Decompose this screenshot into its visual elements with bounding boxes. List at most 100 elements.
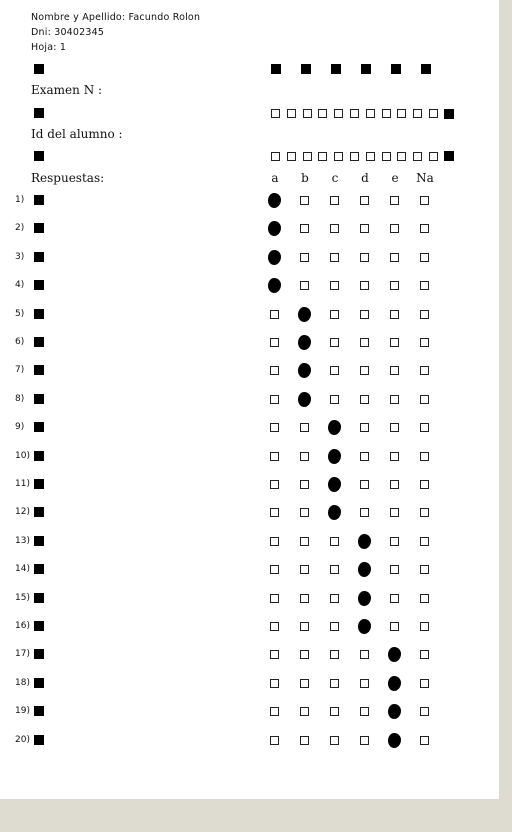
answer-box-b[interactable] (300, 423, 309, 432)
answer-box-b[interactable] (300, 565, 309, 574)
answer-box-e[interactable] (390, 508, 399, 517)
student-id-digit-box[interactable] (397, 152, 406, 161)
answer-box-e[interactable] (390, 594, 399, 603)
answer-box-na[interactable] (420, 281, 429, 290)
student-id-digit-box[interactable] (271, 152, 280, 161)
answer-box-na[interactable] (420, 622, 429, 631)
answer-box-na[interactable] (420, 452, 429, 461)
answer-box-c[interactable] (330, 650, 339, 659)
student-id-digit-box[interactable] (366, 152, 375, 161)
answer-box-d[interactable] (360, 224, 369, 233)
answer-box-a[interactable] (270, 366, 279, 375)
answer-box-na[interactable] (420, 707, 429, 716)
answer-box-na[interactable] (420, 253, 429, 262)
answer-box-c[interactable] (330, 338, 339, 347)
answer-box-a[interactable] (270, 310, 279, 319)
answer-box-d[interactable] (360, 366, 369, 375)
answer-box-d[interactable] (360, 253, 369, 262)
answer-box-na[interactable] (420, 650, 429, 659)
answer-box-na[interactable] (420, 736, 429, 745)
answer-box-a[interactable] (270, 707, 279, 716)
answer-box-na[interactable] (420, 395, 429, 404)
answer-box-e[interactable] (390, 565, 399, 574)
answer-box-d[interactable] (360, 310, 369, 319)
answer-box-b[interactable] (300, 707, 309, 716)
answer-box-d[interactable] (360, 338, 369, 347)
student-id-digit-box[interactable] (429, 152, 438, 161)
answer-box-a[interactable] (270, 565, 279, 574)
answer-box-a[interactable] (270, 508, 279, 517)
answer-box-d[interactable] (360, 679, 369, 688)
student-id-digit-box[interactable] (334, 152, 343, 161)
answer-box-b[interactable] (300, 253, 309, 262)
exam-digit-box[interactable] (271, 109, 280, 118)
exam-digit-box[interactable] (303, 109, 312, 118)
answer-box-e[interactable] (390, 224, 399, 233)
answer-box-b[interactable] (300, 196, 309, 205)
answer-box-e[interactable] (390, 310, 399, 319)
student-id-digit-box[interactable] (303, 152, 312, 161)
answer-box-a[interactable] (270, 480, 279, 489)
answer-box-a[interactable] (270, 650, 279, 659)
answer-box-e[interactable] (390, 480, 399, 489)
answer-box-d[interactable] (360, 508, 369, 517)
answer-box-b[interactable] (300, 537, 309, 546)
student-id-digit-box[interactable] (413, 152, 422, 161)
answer-box-d[interactable] (360, 395, 369, 404)
answer-box-na[interactable] (420, 310, 429, 319)
answer-box-e[interactable] (390, 338, 399, 347)
student-id-digit-box[interactable] (350, 152, 359, 161)
student-id-digit-box[interactable] (382, 152, 391, 161)
answer-box-na[interactable] (420, 480, 429, 489)
answer-box-na[interactable] (420, 224, 429, 233)
answer-box-e[interactable] (390, 395, 399, 404)
answer-box-a[interactable] (270, 423, 279, 432)
answer-box-c[interactable] (330, 196, 339, 205)
student-id-digit-box[interactable] (318, 152, 327, 161)
answer-box-na[interactable] (420, 565, 429, 574)
answer-box-d[interactable] (360, 650, 369, 659)
answer-box-a[interactable] (270, 338, 279, 347)
answer-box-a[interactable] (270, 622, 279, 631)
answer-box-na[interactable] (420, 338, 429, 347)
answer-box-e[interactable] (390, 366, 399, 375)
exam-digit-box[interactable] (413, 109, 422, 118)
exam-digit-box[interactable] (366, 109, 375, 118)
answer-box-na[interactable] (420, 366, 429, 375)
answer-box-e[interactable] (390, 622, 399, 631)
exam-digit-box[interactable] (429, 109, 438, 118)
answer-box-na[interactable] (420, 196, 429, 205)
answer-box-b[interactable] (300, 480, 309, 489)
answer-box-c[interactable] (330, 622, 339, 631)
answer-box-e[interactable] (390, 537, 399, 546)
answer-box-e[interactable] (390, 281, 399, 290)
answer-box-a[interactable] (270, 594, 279, 603)
answer-box-c[interactable] (330, 310, 339, 319)
answer-box-c[interactable] (330, 224, 339, 233)
answer-box-b[interactable] (300, 622, 309, 631)
exam-digit-box[interactable] (397, 109, 406, 118)
answer-box-a[interactable] (270, 395, 279, 404)
answer-box-b[interactable] (300, 650, 309, 659)
answer-box-c[interactable] (330, 366, 339, 375)
answer-box-e[interactable] (390, 452, 399, 461)
answer-box-c[interactable] (330, 281, 339, 290)
answer-box-e[interactable] (390, 423, 399, 432)
exam-digit-box[interactable] (287, 109, 296, 118)
answer-box-c[interactable] (330, 537, 339, 546)
answer-box-b[interactable] (300, 679, 309, 688)
answer-box-c[interactable] (330, 565, 339, 574)
answer-box-d[interactable] (360, 196, 369, 205)
answer-box-b[interactable] (300, 508, 309, 517)
answer-box-b[interactable] (300, 224, 309, 233)
answer-box-d[interactable] (360, 452, 369, 461)
answer-box-c[interactable] (330, 736, 339, 745)
answer-box-a[interactable] (270, 736, 279, 745)
answer-box-b[interactable] (300, 281, 309, 290)
answer-box-na[interactable] (420, 537, 429, 546)
exam-digit-box[interactable] (382, 109, 391, 118)
answer-box-d[interactable] (360, 281, 369, 290)
exam-digit-box[interactable] (318, 109, 327, 118)
answer-box-a[interactable] (270, 452, 279, 461)
answer-box-c[interactable] (330, 253, 339, 262)
